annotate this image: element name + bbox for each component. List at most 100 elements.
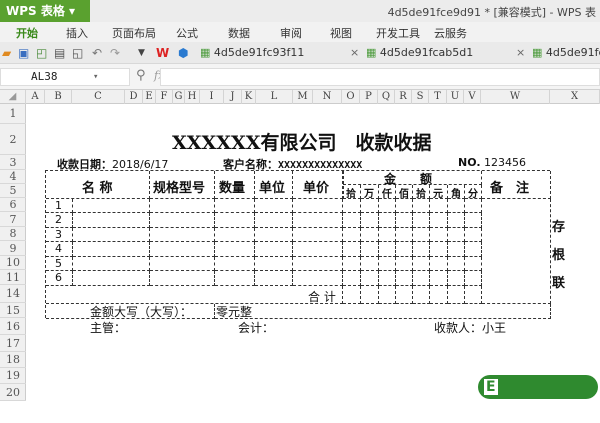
table-cell[interactable]: [255, 257, 293, 271]
table-cell[interactable]: [343, 213, 361, 228]
table-cell[interactable]: [361, 213, 379, 228]
table-cell[interactable]: [293, 199, 343, 213]
table-cell[interactable]: [343, 271, 361, 286]
table-cell[interactable]: [150, 271, 215, 286]
wps-logo-icon[interactable]: W: [156, 46, 169, 60]
col-header[interactable]: K: [242, 90, 256, 104]
row-header[interactable]: 6: [0, 198, 26, 212]
col-header[interactable]: X: [550, 90, 600, 104]
print-preview-icon[interactable]: ◱: [72, 46, 83, 60]
table-cell[interactable]: [379, 257, 396, 271]
table-cell[interactable]: [293, 257, 343, 271]
table-cell[interactable]: [413, 199, 430, 213]
col-header[interactable]: R: [395, 90, 412, 104]
col-header[interactable]: G: [173, 90, 185, 104]
cube-icon[interactable]: ⬢: [178, 46, 188, 60]
open-icon[interactable]: ▰: [2, 46, 11, 60]
table-cell[interactable]: [215, 257, 255, 271]
table-cell[interactable]: [150, 257, 215, 271]
col-header[interactable]: Q: [378, 90, 395, 104]
export-icon[interactable]: ◰: [36, 46, 47, 60]
table-cell[interactable]: [215, 271, 255, 286]
row-header[interactable]: 20: [0, 384, 26, 401]
row-header[interactable]: 8: [0, 227, 26, 241]
row-header[interactable]: 17: [0, 335, 26, 352]
col-header[interactable]: U: [447, 90, 464, 104]
table-cell[interactable]: [73, 257, 150, 271]
tab-view[interactable]: 视图: [330, 25, 352, 41]
col-header[interactable]: T: [429, 90, 447, 104]
save-icon[interactable]: ▣: [18, 46, 29, 60]
row-header[interactable]: 11: [0, 270, 26, 285]
table-cell[interactable]: [150, 199, 215, 213]
table-cell[interactable]: [215, 199, 255, 213]
close-tab-icon[interactable]: ×: [350, 46, 359, 59]
table-cell[interactable]: [73, 199, 150, 213]
table-cell[interactable]: [396, 242, 413, 257]
doc-tab-2[interactable]: ▦ 4d5de91fcab5d1: [366, 46, 473, 59]
row-header[interactable]: 2: [0, 124, 26, 155]
table-cell[interactable]: [413, 242, 430, 257]
table-cell[interactable]: [396, 199, 413, 213]
col-header[interactable]: P: [360, 90, 378, 104]
table-cell[interactable]: [430, 242, 448, 257]
table-cell[interactable]: [430, 271, 448, 286]
redo-icon[interactable]: ↷: [110, 46, 120, 60]
tab-formulas[interactable]: 公式: [176, 25, 198, 41]
table-cell[interactable]: [73, 242, 150, 257]
tab-developer[interactable]: 开发工具: [376, 25, 420, 41]
total-cell[interactable]: [46, 286, 343, 304]
table-cell[interactable]: [465, 257, 482, 271]
total-amount-cell[interactable]: [361, 286, 379, 304]
table-cell[interactable]: [293, 228, 343, 242]
table-cell[interactable]: [396, 271, 413, 286]
table-cell[interactable]: [255, 271, 293, 286]
total-amount-cell[interactable]: [343, 286, 361, 304]
chevron-down-icon[interactable]: ▾: [93, 69, 98, 85]
table-cell[interactable]: [293, 213, 343, 228]
remark-cell[interactable]: [482, 199, 551, 304]
table-cell[interactable]: [465, 271, 482, 286]
tab-data[interactable]: 数据: [228, 25, 250, 41]
col-header[interactable]: C: [72, 90, 125, 104]
table-cell[interactable]: [343, 228, 361, 242]
col-header[interactable]: M: [293, 90, 313, 104]
table-cell[interactable]: [465, 199, 482, 213]
doc-tab-3[interactable]: ▦ 4d5de91fc: [532, 46, 600, 59]
total-amount-cell[interactable]: [379, 286, 396, 304]
table-cell[interactable]: [396, 213, 413, 228]
wps-app-menu-button[interactable]: WPS 表格 ▾: [0, 0, 90, 22]
row-header[interactable]: 14: [0, 285, 26, 303]
table-cell[interactable]: [413, 213, 430, 228]
table-cell[interactable]: [343, 242, 361, 257]
col-header[interactable]: S: [412, 90, 429, 104]
col-header[interactable]: O: [342, 90, 360, 104]
table-cell[interactable]: [215, 228, 255, 242]
col-header[interactable]: F: [156, 90, 173, 104]
col-header[interactable]: J: [224, 90, 242, 104]
table-cell[interactable]: [465, 213, 482, 228]
table-cell[interactable]: [361, 271, 379, 286]
zoom-search-icon[interactable]: ⚲: [136, 68, 146, 83]
col-header[interactable]: A: [26, 90, 45, 104]
table-cell[interactable]: [379, 242, 396, 257]
undo-icon[interactable]: ↶: [92, 46, 102, 60]
table-cell[interactable]: [448, 242, 465, 257]
col-header[interactable]: B: [45, 90, 72, 104]
table-cell[interactable]: [150, 213, 215, 228]
tab-insert[interactable]: 插入: [66, 25, 88, 41]
table-cell[interactable]: [255, 228, 293, 242]
table-cell[interactable]: [448, 228, 465, 242]
col-header[interactable]: L: [256, 90, 293, 104]
table-cell[interactable]: [255, 242, 293, 257]
close-tab-icon[interactable]: ×: [516, 46, 525, 59]
capital-value-cell[interactable]: [215, 304, 551, 319]
total-amount-cell[interactable]: [448, 286, 465, 304]
table-cell[interactable]: [413, 228, 430, 242]
tab-page-layout[interactable]: 页面布局: [112, 25, 156, 41]
row-header[interactable]: 4: [0, 170, 26, 184]
tab-cloud[interactable]: 云服务: [434, 25, 467, 41]
table-cell[interactable]: [361, 228, 379, 242]
table-cell[interactable]: [430, 199, 448, 213]
row-header[interactable]: 16: [0, 318, 26, 335]
